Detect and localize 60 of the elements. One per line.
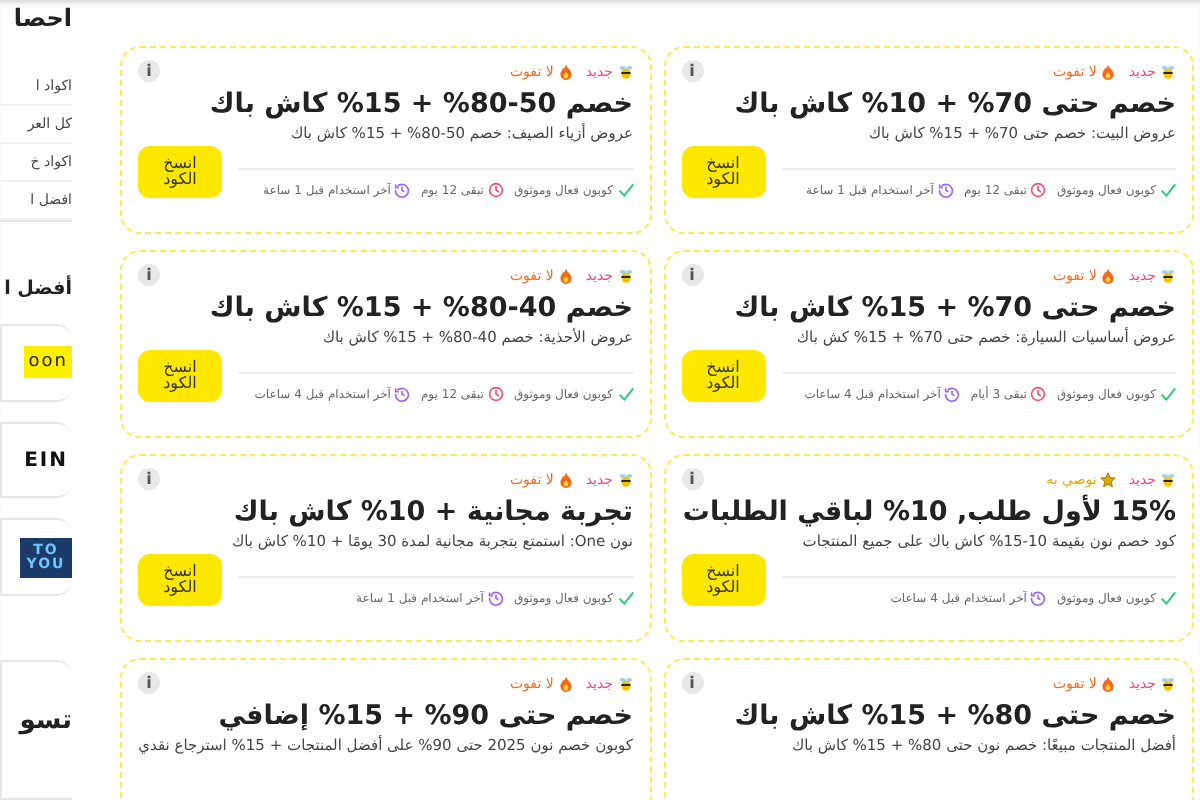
checkmark-icon [617, 182, 633, 199]
bee-icon [617, 675, 633, 691]
section-heading: أفضل ا [2, 278, 72, 300]
bee-icon [1160, 675, 1176, 691]
fire-icon [1100, 267, 1117, 283]
fire-icon [1100, 63, 1117, 79]
info-icon[interactable]: i [138, 468, 160, 490]
bee-icon [617, 471, 633, 487]
bee-icon [1160, 63, 1176, 79]
history-icon [1030, 590, 1047, 607]
history-icon [937, 182, 954, 199]
copy-code-button[interactable]: انسخ الكود [681, 554, 765, 607]
fire-icon [1100, 675, 1117, 691]
fire-icon [557, 675, 574, 691]
copy-code-button[interactable]: انسخ الكود [138, 350, 222, 403]
bee-icon [1160, 471, 1176, 487]
history-icon [394, 386, 411, 403]
copy-code-button[interactable]: انسخ الكود [681, 350, 765, 403]
bee-icon [1160, 267, 1176, 283]
brand-card[interactable]: oon [0, 324, 72, 402]
copy-code-button[interactable]: انسخ الكود [681, 146, 765, 199]
coupon-title: خصم 50-80% + 15% كاش باك [207, 88, 633, 120]
history-icon [944, 386, 961, 403]
brand-logo: EIN [22, 447, 70, 475]
coupon-title: خصم حتى 70% + 10% كاش باك [732, 88, 1176, 120]
coupon-title: تجربة مجانية + 10% كاش باك [231, 496, 633, 528]
fire-icon [557, 63, 574, 79]
coupon-title: خصم 40-80% + 15% كاش باك [207, 292, 633, 324]
clock-icon [1030, 182, 1047, 199]
coupon-title: خصم حتى 80% + 15% كاش باك [732, 700, 1176, 732]
fire-icon [557, 471, 574, 487]
info-icon[interactable]: i [681, 468, 703, 490]
section-heading: تسو [19, 706, 72, 737]
info-icon[interactable]: i [681, 672, 703, 694]
copy-code-button[interactable]: انسخ الكود [138, 146, 222, 199]
checkmark-icon [617, 590, 633, 607]
coupon-title: 15% لأول طلب, 10% لباقي الطلبات [681, 496, 1176, 528]
clock-icon [487, 386, 504, 403]
history-icon [394, 182, 411, 199]
info-icon[interactable]: i [681, 60, 703, 82]
clock-icon [1030, 386, 1047, 403]
checkmark-icon [617, 386, 633, 403]
brand-logo: oon [24, 346, 72, 379]
bee-icon [617, 267, 633, 283]
info-icon[interactable]: i [138, 672, 160, 694]
sidebar-heading: احصا [11, 4, 72, 36]
copy-code-button[interactable]: انسخ الكود [138, 554, 222, 607]
info-icon[interactable]: i [681, 264, 703, 286]
info-icon[interactable]: i [138, 60, 160, 82]
checkmark-icon [1160, 386, 1176, 403]
fire-icon [557, 267, 574, 283]
bee-icon [617, 63, 633, 79]
checkmark-icon [1160, 590, 1176, 607]
coupon-title: خصم حتى 90% + 15% إضافي [216, 700, 633, 732]
checkmark-icon [1160, 182, 1176, 199]
clock-icon [487, 182, 504, 199]
history-icon [487, 590, 504, 607]
star-icon [1100, 471, 1117, 487]
info-icon[interactable]: i [138, 264, 160, 286]
coupon-title: خصم حتى 70% + 15% كاش باك [732, 292, 1176, 324]
